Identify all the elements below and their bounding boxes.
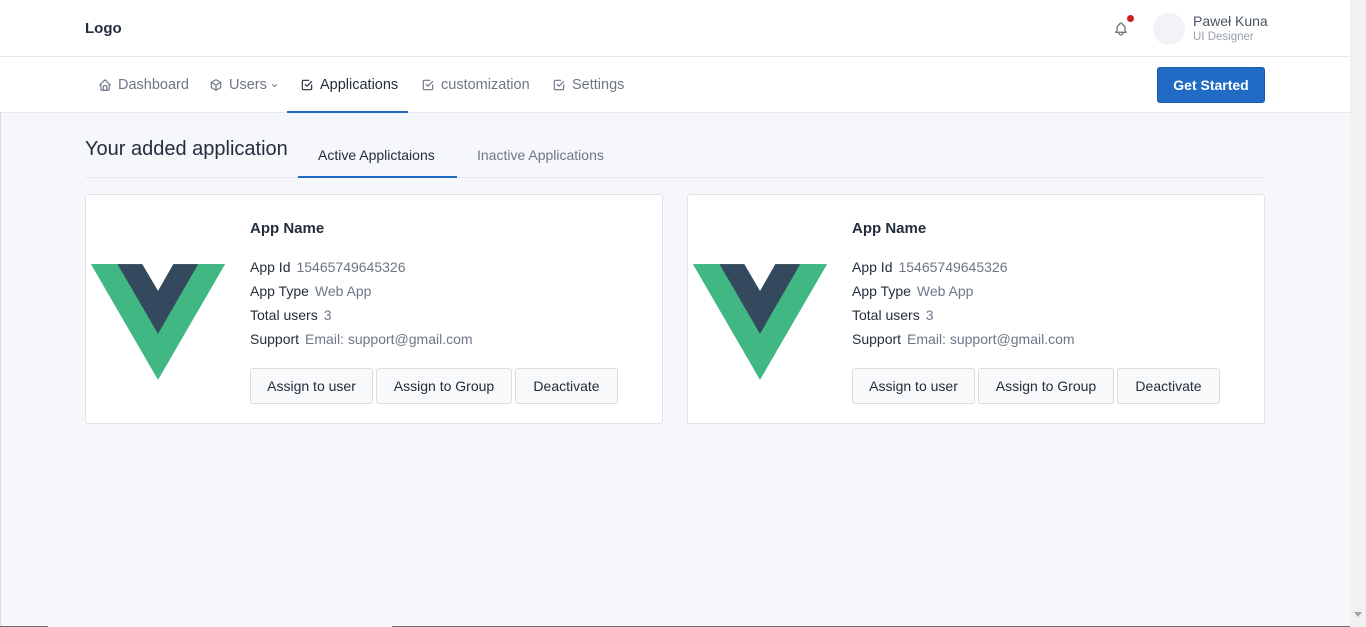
nav-label: customization bbox=[441, 77, 530, 93]
scroll-down-icon[interactable] bbox=[1354, 612, 1362, 617]
field-value: 3 bbox=[323, 307, 332, 323]
vertical-scrollbar[interactable] bbox=[1350, 0, 1366, 627]
checkbox-icon bbox=[301, 79, 313, 91]
field-label: Total users bbox=[852, 307, 920, 323]
field-label: Support bbox=[852, 331, 902, 347]
field-label: App Id bbox=[852, 259, 893, 275]
bell-icon[interactable] bbox=[1113, 20, 1129, 38]
nav-label: Settings bbox=[572, 77, 625, 93]
assign-to-user-button[interactable]: Assign to user bbox=[250, 368, 373, 404]
field-value: Web App bbox=[314, 283, 372, 299]
page-title: Your added application bbox=[85, 138, 288, 160]
field-label: App Id bbox=[250, 259, 291, 275]
tabs-divider bbox=[85, 177, 1265, 178]
nav-item-dashboard[interactable]: Dashboard bbox=[98, 57, 189, 113]
vue-logo-icon bbox=[91, 264, 225, 380]
nav-active-indicator bbox=[287, 111, 408, 113]
top-header: Logo Paweł Kuna UI Designer bbox=[0, 0, 1350, 57]
nav-item-applications[interactable]: Applications bbox=[300, 57, 398, 113]
deactivate-button[interactable]: Deactivate bbox=[515, 368, 618, 404]
logo[interactable]: Logo bbox=[85, 20, 122, 37]
field-label: App Type bbox=[250, 283, 309, 299]
nav-item-settings[interactable]: Settings bbox=[552, 57, 624, 113]
deactivate-button[interactable]: Deactivate bbox=[1117, 368, 1220, 404]
app-type-row: App Type Web App bbox=[852, 283, 973, 299]
assign-to-user-button[interactable]: Assign to user bbox=[852, 368, 975, 404]
field-label: Support bbox=[250, 331, 300, 347]
app-card: App Name App Id 15465749645326 App Type We… bbox=[85, 194, 663, 424]
chevron-down-icon bbox=[271, 83, 277, 87]
total-users-row: Total users 3 bbox=[250, 307, 332, 323]
tab-active-applications[interactable]: Active Applictaions bbox=[318, 147, 435, 163]
vue-logo-icon bbox=[693, 264, 827, 380]
package-icon bbox=[210, 79, 222, 91]
assign-to-group-button[interactable]: Assign to Group bbox=[978, 368, 1114, 404]
checkbox-icon bbox=[422, 79, 434, 91]
field-value: Web App bbox=[916, 283, 974, 299]
tab-active-indicator bbox=[298, 176, 457, 178]
nav-label: Applications bbox=[320, 77, 399, 93]
field-value: 15465749645326 bbox=[898, 259, 1008, 275]
main-nav: Dashboard Users Applications customizati… bbox=[0, 57, 1350, 113]
tab-inactive-applications[interactable]: Inactive Applications bbox=[477, 147, 604, 163]
user-name[interactable]: Paweł Kuna bbox=[1193, 13, 1268, 29]
avatar[interactable] bbox=[1153, 13, 1185, 45]
field-value: Email: support@gmail.com bbox=[305, 331, 473, 347]
get-started-button[interactable]: Get Started bbox=[1157, 67, 1265, 103]
field-label: App Type bbox=[852, 283, 911, 299]
app-name: App Name bbox=[852, 220, 927, 237]
total-users-row: Total users 3 bbox=[852, 307, 934, 323]
field-value: 15465749645326 bbox=[296, 259, 406, 275]
app-card: App Name App Id 15465749645326 App Type We… bbox=[687, 194, 1265, 424]
field-value: Email: support@gmail.com bbox=[907, 331, 1075, 347]
checkbox-icon bbox=[553, 79, 565, 91]
home-icon bbox=[99, 79, 111, 91]
app-name: App Name bbox=[250, 220, 325, 237]
app-type-row: App Type Web App bbox=[250, 283, 371, 299]
support-row: Support Email: support@gmail.com bbox=[852, 331, 1075, 347]
assign-to-group-button[interactable]: Assign to Group bbox=[376, 368, 512, 404]
nav-item-users[interactable]: Users bbox=[209, 57, 279, 113]
support-row: Support Email: support@gmail.com bbox=[250, 331, 473, 347]
user-role: UI Designer bbox=[1193, 31, 1254, 43]
nav-label: Users bbox=[229, 77, 267, 93]
notification-badge bbox=[1127, 15, 1134, 22]
field-label: Total users bbox=[250, 307, 318, 323]
app-id-row: App Id 15465749645326 bbox=[852, 259, 1008, 275]
field-value: 3 bbox=[925, 307, 934, 323]
app-id-row: App Id 15465749645326 bbox=[250, 259, 406, 275]
nav-item-customization[interactable]: customization bbox=[421, 57, 530, 113]
nav-label: Dashboard bbox=[118, 77, 189, 93]
